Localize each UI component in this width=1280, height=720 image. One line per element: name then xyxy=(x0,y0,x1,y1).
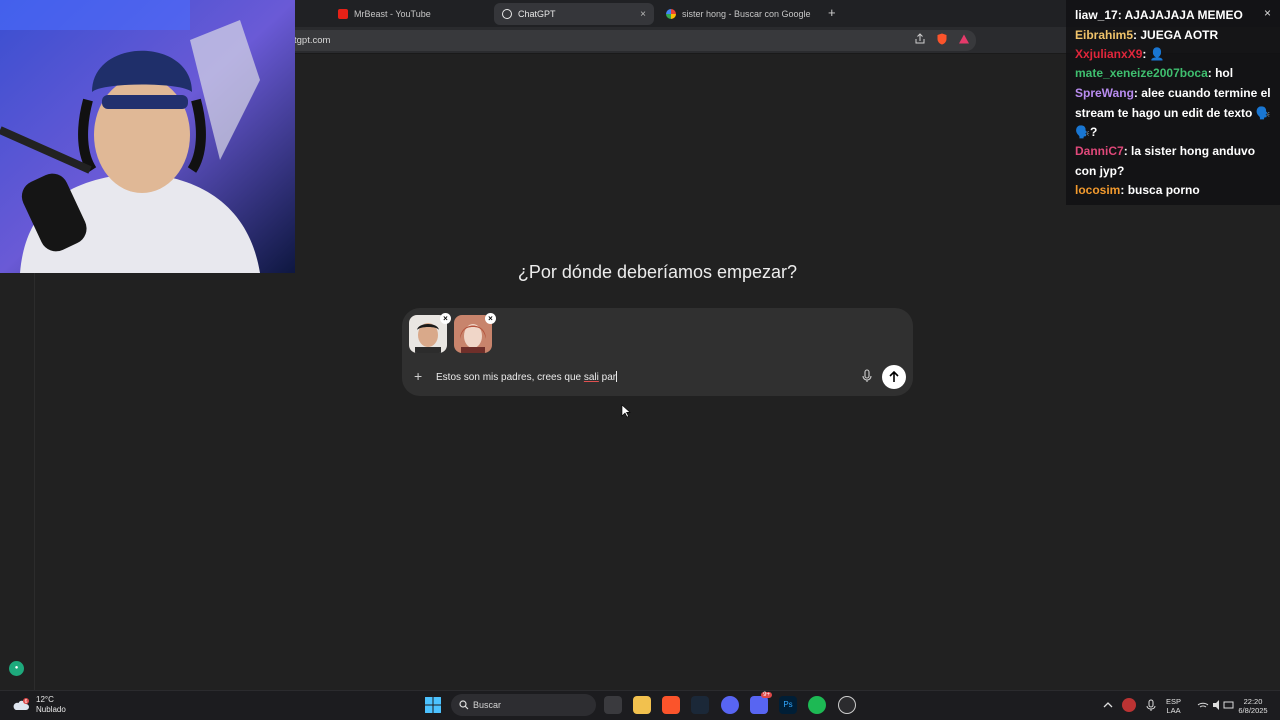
share-icon[interactable] xyxy=(914,33,926,45)
vpn-icon[interactable] xyxy=(721,696,739,714)
send-button[interactable] xyxy=(882,365,906,389)
google-icon xyxy=(666,9,676,19)
weather-widget[interactable]: 6 12°C Nublado xyxy=(12,695,66,715)
chat-text: 👤 xyxy=(1149,47,1165,61)
chat-username: XxjulianxX9 xyxy=(1075,47,1143,61)
weather-temp: 12°C xyxy=(36,695,54,704)
cloud-icon: 6 xyxy=(13,698,29,710)
language-top: ESP xyxy=(1166,697,1182,706)
text-caret xyxy=(616,371,618,382)
remove-attachment-icon[interactable]: × xyxy=(485,313,496,324)
chat-message: Eibrahim5: JUEGA AOTR xyxy=(1075,28,1219,42)
brave-browser-icon[interactable] xyxy=(662,696,680,714)
user-avatar[interactable]: ● xyxy=(9,661,24,676)
url-text: tgpt.com xyxy=(294,35,331,46)
chat-username: locosim xyxy=(1075,183,1121,197)
search-label: Buscar xyxy=(473,700,502,710)
arrow-up-icon xyxy=(889,371,899,382)
new-tab-button[interactable]: + xyxy=(828,5,836,20)
chat-username: SpreWang xyxy=(1075,86,1134,100)
spotify-icon[interactable] xyxy=(808,696,826,714)
close-icon[interactable]: × xyxy=(1264,6,1271,20)
youtube-icon xyxy=(338,9,348,19)
stream-chat-overlay: liaw_17: AJAJAJAJA MEMEO Eibrahim5: JUEG… xyxy=(1066,0,1280,205)
chat-text: busca porno xyxy=(1127,183,1200,197)
omnibox[interactable]: tgpt.com xyxy=(280,30,976,51)
taskbar-search[interactable]: Buscar xyxy=(451,694,596,716)
tab-label: sister hong - Buscar con Google xyxy=(682,9,811,19)
chat-username: Eibrahim5 xyxy=(1075,28,1134,42)
chat-text: AJAJAJAJA MEMEO xyxy=(1124,8,1243,22)
prompt-text-end: par xyxy=(598,372,617,383)
prompt-input[interactable]: Estos son mis padres, crees que sali par xyxy=(436,371,618,383)
chat-message: liaw_17: AJAJAJAJA MEMEO xyxy=(1075,8,1243,22)
remove-attachment-icon[interactable]: × xyxy=(440,313,451,324)
chat-text: hol xyxy=(1215,66,1234,80)
language-indicator[interactable]: ESP LAA xyxy=(1166,697,1181,715)
mouse-cursor-icon xyxy=(621,404,631,418)
steam-icon[interactable] xyxy=(691,696,709,714)
weather-desc: Nublado xyxy=(36,705,66,714)
chat-message: locosim: busca porno xyxy=(1075,183,1200,197)
prompt-text-misspelled: sali xyxy=(583,372,599,383)
brave-shield-icon[interactable] xyxy=(936,33,948,45)
clock-time: 22:20 xyxy=(1243,697,1263,706)
search-icon xyxy=(459,700,469,710)
chat-message: SpreWang: alee cuando termine el stream … xyxy=(1075,86,1271,139)
tab-mrbeast-youtube[interactable]: MrBeast - YouTube xyxy=(330,3,490,25)
tray-app-icon[interactable] xyxy=(1122,698,1136,712)
close-tab-icon[interactable]: × xyxy=(640,9,646,20)
chat-message: DanniC7: la sister hong anduvo con jyp? xyxy=(1075,144,1256,178)
task-view-icon[interactable] xyxy=(604,696,622,714)
chatgpt-icon xyxy=(502,9,512,19)
webcam-overlay xyxy=(0,0,295,273)
language-bottom: LAA xyxy=(1166,706,1181,715)
network-volume-battery-icons[interactable] xyxy=(1196,696,1236,714)
photoshop-icon[interactable]: Ps xyxy=(779,696,797,714)
tab-label: MrBeast - YouTube xyxy=(354,9,431,19)
microphone-tray-icon[interactable] xyxy=(1145,696,1157,714)
prompt-composer[interactable]: × × + Estos son mis padres, crees que sa… xyxy=(402,308,913,396)
weather-badge: 6 xyxy=(25,699,28,705)
attachment-thumbnail-1[interactable]: × xyxy=(409,313,451,353)
chat-message: mate_xeneize2007boca: hol xyxy=(1075,66,1234,80)
clock-date: 6/8/2025 xyxy=(1238,706,1268,715)
chat-username: liaw_17 xyxy=(1075,8,1118,22)
prompt-text: Estos son mis padres, crees que xyxy=(436,372,584,383)
attachment-thumbnail-2[interactable]: × xyxy=(454,313,496,353)
discord-icon[interactable]: 9+ xyxy=(750,692,772,714)
chat-text: JUEGA AOTR xyxy=(1140,28,1219,42)
app-icon[interactable] xyxy=(838,696,856,714)
attach-plus-button[interactable]: + xyxy=(414,368,422,384)
tab-sister-hong-google[interactable]: sister hong - Buscar con Google xyxy=(658,3,823,25)
tab-label: ChatGPT xyxy=(518,9,556,19)
chat-username: DanniC7 xyxy=(1075,144,1124,158)
file-explorer-icon[interactable] xyxy=(633,696,651,714)
streamer-video xyxy=(0,0,295,273)
discord-badge: 9+ xyxy=(761,692,772,698)
tab-chatgpt[interactable]: ChatGPT × xyxy=(494,3,654,25)
windows-start-icon[interactable] xyxy=(424,696,442,714)
taskbar: 6 12°C Nublado Buscar 9+ Ps ESP LAA 22:2… xyxy=(0,690,1280,720)
microphone-icon[interactable] xyxy=(861,369,873,383)
chat-message: XxjulianxX9: 👤 xyxy=(1075,47,1165,61)
brave-rewards-icon[interactable] xyxy=(958,33,970,45)
chat-username: mate_xeneize2007boca xyxy=(1075,66,1208,80)
clock[interactable]: 22:20 6/8/2025 xyxy=(1232,697,1274,715)
screen: MrBeast - YouTube ChatGPT × sister hong … xyxy=(0,0,1280,720)
chevron-up-icon[interactable] xyxy=(1102,696,1114,714)
